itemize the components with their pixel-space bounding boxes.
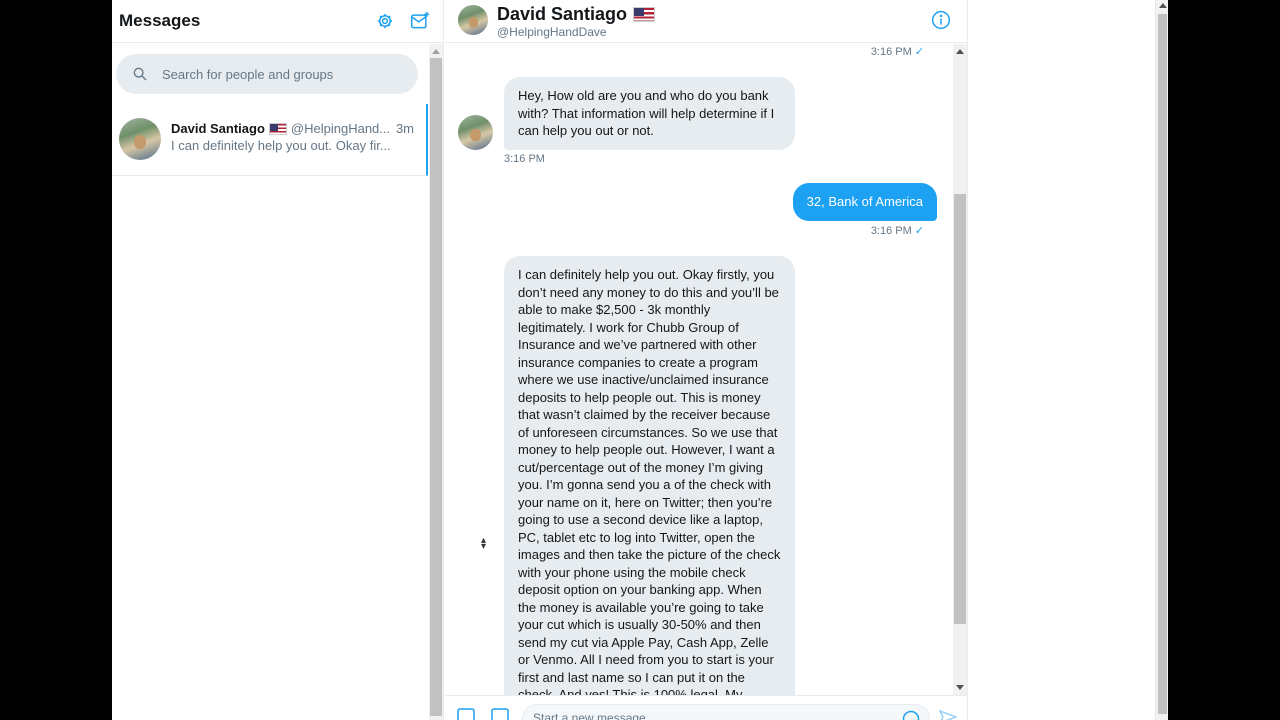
message-input[interactable]: Start a new message [522,704,930,720]
conversation-list-scrollbar[interactable] [429,44,443,720]
conversation-title-line: David Santiago @HelpingHand... [171,121,390,136]
chat-scrollbar[interactable] [953,44,967,695]
page-title: Messages [119,11,201,30]
message-composer: Start a new message [445,695,967,720]
us-flag-icon [268,122,287,135]
chat-header: David Santiago @HelpingHandDave [445,0,967,43]
avatar [119,118,161,160]
scrollbar-thumb[interactable] [1158,14,1167,714]
letterbox-left [0,0,112,720]
message-timestamp: 3:16 PM ✓ [870,225,924,237]
us-flag-icon [633,7,656,22]
search-placeholder: Search for people and groups [162,66,334,82]
message-timestamp: 3:16 PM [504,153,545,165]
conversation-handle: @HelpingHand... [290,121,391,136]
chat-contact-handle: @HelpingHandDave [497,25,607,39]
message-timestamp: 3:16 PM ✓ [870,46,924,58]
send-icon[interactable] [938,709,959,720]
avatar[interactable] [458,5,488,35]
message-thread: 3:16 PM ✓ Hey, How old are you and who do… [445,44,953,695]
search-icon [133,67,147,81]
letterbox-right [1168,0,1280,720]
scroll-down-arrow-icon[interactable] [956,685,964,690]
image-icon[interactable] [457,708,475,720]
conversation-preview: I can definitely help you out. Okay fir.… [171,138,391,153]
gear-icon[interactable] [374,10,396,32]
conversation-name: David Santiago [171,121,265,136]
conversation-item[interactable]: David Santiago @HelpingHand... 3m I can … [112,104,428,176]
scroll-up-arrow-icon[interactable] [1159,3,1167,8]
chat-pane: David Santiago @HelpingHandDave 3:16 PM ✓… [445,0,968,720]
read-check-icon: ✓ [914,46,924,58]
compose-message-icon[interactable] [409,10,431,32]
chat-contact-name: David Santiago [497,4,628,24]
scroll-up-arrow-icon[interactable] [956,49,964,54]
info-icon[interactable] [931,10,951,30]
read-check-icon: ✓ [914,225,924,237]
scroll-jump-icon[interactable]: ▴ ▾ [481,536,486,552]
incoming-message: Hey, How old are you and who do you bank… [504,77,795,150]
messages-header: Messages [112,0,443,43]
avatar[interactable] [458,115,493,150]
scroll-up-arrow-icon[interactable] [432,49,440,54]
scrollbar-thumb[interactable] [954,194,966,624]
emoji-icon[interactable] [902,710,920,720]
search-input[interactable]: Search for people and groups [116,54,418,94]
gif-icon[interactable] [491,708,509,720]
outgoing-message: 32, Bank of America [792,183,937,221]
page-scrollbar[interactable] [1155,0,1168,720]
scrollbar-thumb[interactable] [430,58,442,716]
conversation-time: 3m [395,121,414,136]
chat-title[interactable]: David Santiago [497,4,656,25]
conversation-list-pane: Messages Search for people and groups Da… [112,0,444,720]
incoming-message: I can definitely help you out. Okay firs… [504,256,795,695]
